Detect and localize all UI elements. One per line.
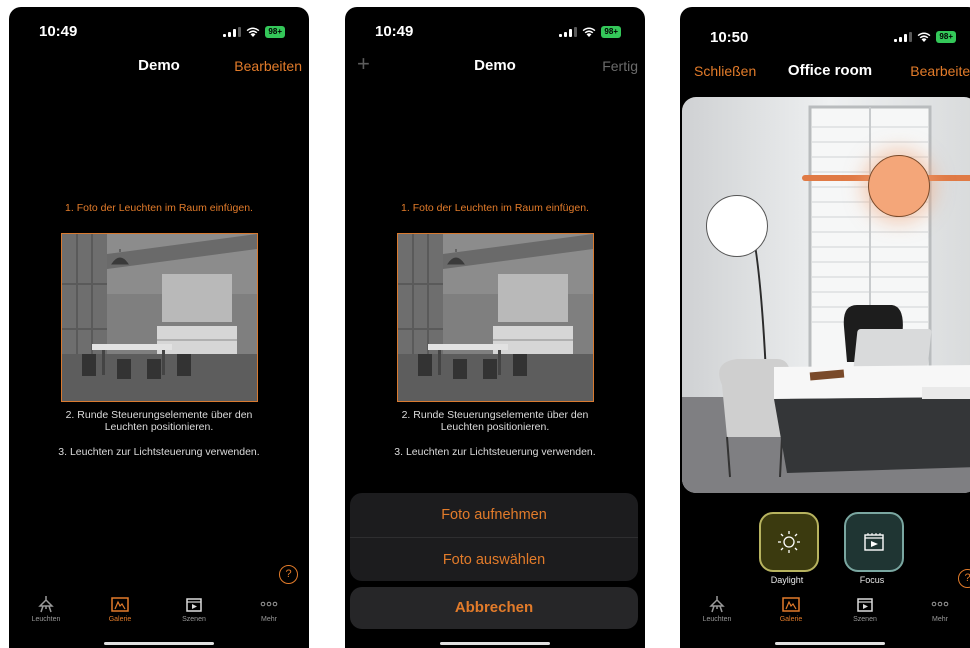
scenes-icon bbox=[857, 598, 873, 612]
sample-room-image[interactable] bbox=[397, 233, 594, 402]
more-icon bbox=[931, 601, 949, 607]
scene-focus-button[interactable] bbox=[844, 512, 904, 572]
signal-icon bbox=[559, 27, 578, 37]
room-photo[interactable] bbox=[682, 97, 970, 493]
battery-icon: 98+ bbox=[936, 31, 956, 43]
tab-galerie[interactable]: Galerie bbox=[90, 594, 150, 623]
signal-icon bbox=[894, 32, 913, 42]
tab-label: Mehr bbox=[261, 616, 277, 623]
tab-label: Szenen bbox=[853, 616, 877, 623]
edit-button[interactable]: Bearbeiten bbox=[234, 58, 302, 74]
phone-screen-gallery-empty: 10:49 98+ Demo Bearbeiten 1. Foto der Le… bbox=[9, 7, 309, 648]
cancel-button[interactable]: Abbrechen bbox=[350, 587, 638, 629]
instruction-step-2: 2. Runde Steuerungselemente über den Leu… bbox=[401, 409, 589, 433]
tab-szenen[interactable]: Szenen bbox=[164, 594, 224, 623]
tab-bar: Leuchten Galerie Szenen Mehr bbox=[9, 588, 309, 648]
gallery-icon bbox=[111, 597, 129, 612]
tab-label: Leuchten bbox=[31, 616, 61, 623]
done-button[interactable]: Fertig bbox=[602, 58, 638, 74]
phone-screen-add-photo-sheet: 10:49 98+ + Demo Fertig 1. Foto der Leuc… bbox=[345, 7, 645, 648]
choose-photo-button[interactable]: Foto auswählen bbox=[350, 538, 638, 582]
help-icon[interactable]: ? bbox=[958, 569, 970, 588]
instruction-step-3: 3. Leuchten zur Lichtsteuerung verwenden… bbox=[394, 446, 596, 458]
tab-mehr[interactable]: Mehr bbox=[239, 594, 299, 623]
signal-icon bbox=[223, 27, 242, 37]
scenes-icon bbox=[864, 533, 884, 551]
tab-szenen[interactable]: Szenen bbox=[835, 594, 895, 623]
sun-icon bbox=[778, 531, 800, 553]
status-icons: 98+ bbox=[559, 26, 621, 38]
action-sheet: Foto aufnehmen Foto auswählen bbox=[350, 493, 638, 581]
light-control-floor-lamp[interactable] bbox=[706, 195, 768, 257]
home-indicator bbox=[440, 642, 550, 645]
scene-label: Focus bbox=[859, 575, 885, 585]
scenes-icon bbox=[186, 598, 202, 612]
lamp-icon bbox=[709, 596, 725, 613]
sample-room-image[interactable] bbox=[61, 233, 258, 402]
wifi-icon bbox=[583, 27, 596, 37]
tab-label: Szenen bbox=[182, 616, 206, 623]
tab-label: Mehr bbox=[932, 616, 948, 623]
status-time: 10:49 bbox=[39, 23, 78, 40]
phone-screen-office-room: 10:50 98+ Schließen Office room Bearbeit… bbox=[680, 7, 970, 648]
status-time: 10:49 bbox=[375, 23, 414, 40]
battery-icon: 98+ bbox=[265, 26, 285, 38]
tab-galerie[interactable]: Galerie bbox=[761, 594, 821, 623]
scene-daylight-button[interactable] bbox=[759, 512, 819, 572]
take-photo-button[interactable]: Foto aufnehmen bbox=[350, 493, 638, 537]
light-control-pendant[interactable] bbox=[868, 155, 930, 217]
lamp-icon bbox=[38, 596, 54, 613]
instruction-step-1: 1. Foto der Leuchten im Raum einfügen. bbox=[65, 202, 253, 214]
instruction-step-1: 1. Foto der Leuchten im Raum einfügen. bbox=[401, 202, 589, 214]
status-icons: 98+ bbox=[894, 31, 956, 43]
tab-label: Galerie bbox=[779, 616, 803, 623]
tab-leuchten[interactable]: Leuchten bbox=[687, 594, 747, 623]
wifi-icon bbox=[247, 27, 260, 37]
tab-label: Leuchten bbox=[702, 616, 732, 623]
tab-bar: Leuchten Galerie Szenen Mehr bbox=[680, 588, 970, 648]
more-icon bbox=[260, 601, 278, 607]
home-indicator bbox=[775, 642, 885, 645]
status-time: 10:50 bbox=[710, 29, 749, 46]
tab-label: Galerie bbox=[108, 616, 132, 623]
home-indicator bbox=[104, 642, 214, 645]
instruction-step-3: 3. Leuchten zur Lichtsteuerung verwenden… bbox=[58, 446, 260, 458]
scene-label: Daylight bbox=[770, 575, 804, 585]
wifi-icon bbox=[918, 32, 931, 42]
page-title: Demo bbox=[474, 57, 516, 74]
gallery-icon bbox=[782, 597, 800, 612]
tab-leuchten[interactable]: Leuchten bbox=[16, 594, 76, 623]
edit-button[interactable]: Bearbeiten bbox=[910, 63, 970, 79]
battery-icon: 98+ bbox=[601, 26, 621, 38]
instruction-step-2: 2. Runde Steuerungselemente über den Leu… bbox=[65, 409, 253, 433]
help-icon[interactable]: ? bbox=[279, 565, 298, 584]
status-icons: 98+ bbox=[223, 26, 285, 38]
tab-mehr[interactable]: Mehr bbox=[910, 594, 970, 623]
